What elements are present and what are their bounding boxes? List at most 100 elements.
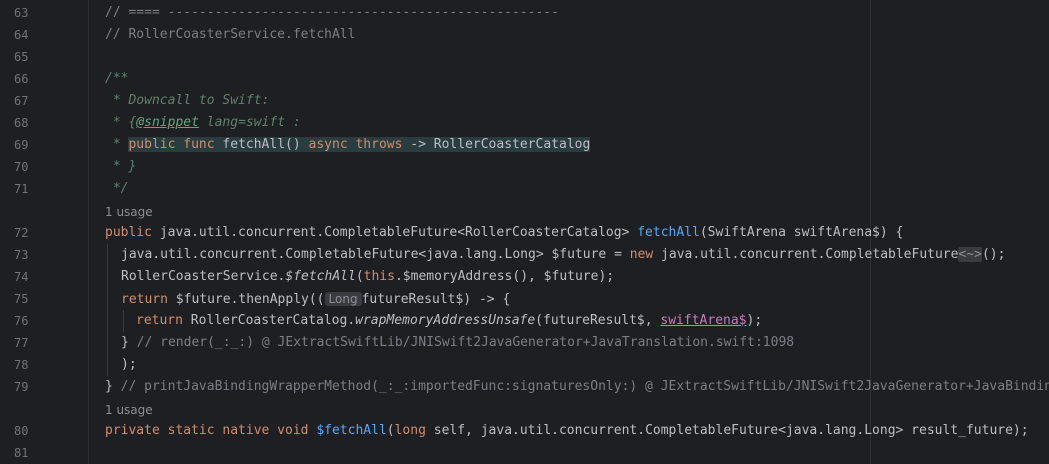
doc-prefix: * xyxy=(105,137,129,152)
code-line[interactable]: 75 return $future.thenApply((Long futureR… xyxy=(0,288,1049,310)
line-number: 71 xyxy=(14,182,29,196)
line-number: 68 xyxy=(14,116,29,130)
usage-hint[interactable]: 1 usage xyxy=(105,400,153,420)
line-number: 65 xyxy=(14,50,29,64)
code-text: * {@snippet lang=swift : xyxy=(105,112,301,134)
comment: // printJavaBindingWrapperMethod(_:_:imp… xyxy=(120,379,1049,394)
code-token: self, java.util.concurrent.CompletableFu… xyxy=(425,423,1029,438)
code-text: } // render(_:_:) @ JExtractSwiftLib/JNI… xyxy=(121,332,794,354)
code-token: ( xyxy=(355,269,364,284)
indent-guide xyxy=(107,266,108,288)
code-token: .$memoryAddress(), $future); xyxy=(394,269,615,284)
line-number: 74 xyxy=(14,270,29,284)
code-token: $future.thenApply(( xyxy=(167,292,325,307)
injected-swift-code: public func fetchAll() async throws -> R… xyxy=(128,137,591,152)
code-token: ); xyxy=(746,313,763,328)
code-line[interactable]: 78 ); xyxy=(0,354,1049,376)
code-text: java.util.concurrent.CompletableFuture<j… xyxy=(121,244,1005,266)
code-token: } xyxy=(121,335,137,350)
code-text: private static native void $fetchAll(lon… xyxy=(105,420,1029,442)
line-number: 76 xyxy=(14,314,29,328)
code-line[interactable]: 77 } // render(_:_:) @ JExtractSwiftLib/… xyxy=(0,332,1049,354)
indent-guide xyxy=(107,288,108,310)
code-token: java.util.concurrent.CompletableFuture<j… xyxy=(121,247,630,262)
code-token: futureResult$) -> { xyxy=(361,292,511,307)
code-text: } // printJavaBindingWrapperMethod(_:_:i… xyxy=(105,376,1049,398)
keyword: async xyxy=(308,137,348,152)
code-text: * Downcall to Swift: xyxy=(105,93,270,108)
keyword: throws xyxy=(355,137,403,152)
doc-text: lang=swift : xyxy=(198,115,301,130)
code-token: RollerCoasterService. xyxy=(121,269,286,284)
indent-guide xyxy=(107,244,108,266)
code-line[interactable]: 74 RollerCoasterService.$fetchAll(this.$… xyxy=(0,266,1049,288)
line-number: 73 xyxy=(14,248,29,262)
code-text: ); xyxy=(121,357,137,372)
code-text: * } xyxy=(105,159,137,174)
code-line[interactable]: 68 * {@snippet lang=swift : xyxy=(0,112,1049,134)
line-number: 81 xyxy=(14,446,29,460)
comment: // render(_:_:) @ JExtractSwiftLib/JNISw… xyxy=(136,335,795,350)
code-text: * public func fetchAll() async throws ->… xyxy=(105,134,591,156)
line-number: 64 xyxy=(14,28,29,42)
code-token: ( xyxy=(386,423,395,438)
code-line[interactable]: 73 java.util.concurrent.CompletableFutur… xyxy=(0,244,1049,266)
line-number: 80 xyxy=(14,424,29,438)
code-text: return RollerCoasterCatalog.wrapMemoryAd… xyxy=(136,310,762,332)
code-token: (futureResult$, xyxy=(535,313,661,328)
keyword: func xyxy=(183,137,215,152)
keyword: new xyxy=(629,247,654,262)
method-name[interactable]: $fetchAll xyxy=(316,423,386,438)
keyword: public xyxy=(128,137,176,152)
keyword: private static native void xyxy=(105,423,309,438)
code-text: public java.util.concurrent.CompletableF… xyxy=(105,222,903,244)
code-token: } xyxy=(105,379,121,394)
method-name[interactable]: fetchAll xyxy=(637,225,700,240)
code-line[interactable]: 70 * } xyxy=(0,156,1049,178)
code-line[interactable]: 81 xyxy=(0,442,1049,464)
javadoc-tag: @snippet xyxy=(136,115,199,130)
line-number: 78 xyxy=(14,358,29,372)
code-line[interactable]: 80 private static native void $fetchAll(… xyxy=(0,420,1049,442)
line-number: 70 xyxy=(14,160,29,174)
code-text: */ xyxy=(105,181,129,196)
line-number: 66 xyxy=(14,72,29,86)
line-number: 67 xyxy=(14,94,29,108)
code-text: /** xyxy=(105,71,129,86)
diamond-fold[interactable]: <~> xyxy=(958,247,982,262)
code-line[interactable]: 63 // ==== -----------------------------… xyxy=(0,2,1049,24)
code-text: RollerCoasterService.$fetchAll(this.$mem… xyxy=(121,266,614,288)
line-number: 77 xyxy=(14,336,29,350)
usage-hint[interactable]: 1 usage xyxy=(105,202,153,222)
line-number: 75 xyxy=(14,292,29,306)
line-number: 63 xyxy=(14,6,29,20)
code-line[interactable]: 67 * Downcall to Swift: xyxy=(0,90,1049,112)
return-type: java.util.concurrent.CompletableFuture<R… xyxy=(151,225,638,240)
code-token: java.util.concurrent.CompletableFuture xyxy=(653,247,959,262)
keyword: return xyxy=(136,313,183,328)
code-token: (); xyxy=(981,247,1006,262)
code-token: fetchAll() xyxy=(214,137,309,152)
doc-prefix: * { xyxy=(105,115,137,130)
code-text: // RollerCoasterService.fetchAll xyxy=(105,27,356,42)
indent-guide xyxy=(107,354,108,376)
static-method: wrapMemoryAddressUnsafe xyxy=(355,313,536,328)
code-line[interactable]: 76 return RollerCoasterCatalog.wrapMemor… xyxy=(0,310,1049,332)
code-line[interactable]: 71 */ xyxy=(0,178,1049,200)
code-line[interactable]: 72 public java.util.concurrent.Completab… xyxy=(0,222,1049,244)
code-line[interactable]: 65 xyxy=(0,46,1049,68)
line-number: 69 xyxy=(14,138,29,152)
static-method: $fetchAll xyxy=(285,269,356,284)
code-line[interactable]: 64 // RollerCoasterService.fetchAll xyxy=(0,24,1049,46)
code-text: return $future.thenApply((Long futureResu… xyxy=(121,288,510,310)
code-line[interactable]: 79 } // printJavaBindingWrapperMethod(_:… xyxy=(0,376,1049,398)
code-line[interactable]: 66 /** xyxy=(0,68,1049,90)
code-line[interactable]: 69 * public func fetchAll() async throws… xyxy=(0,134,1049,156)
indent-guide xyxy=(107,332,108,354)
keyword: long xyxy=(394,423,426,438)
line-number: 72 xyxy=(14,226,29,240)
reassigned-variable[interactable]: swiftArena$ xyxy=(660,313,746,328)
params: (SwiftArena swiftArena$) { xyxy=(699,225,904,240)
keyword: public xyxy=(105,225,152,240)
indent-guide xyxy=(123,310,124,332)
